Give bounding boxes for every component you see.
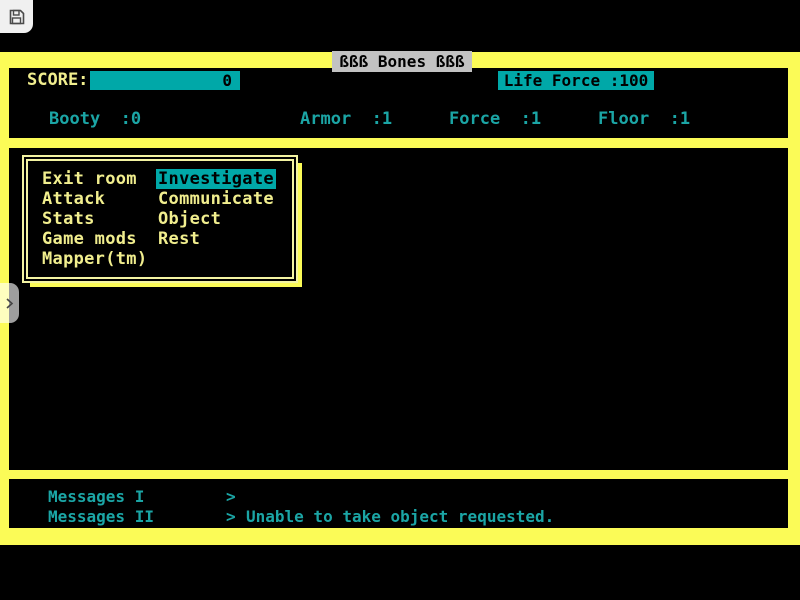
message-2-label: Messages II <box>48 507 226 527</box>
command-menu-inner: Exit room Attack Stats Game mods Mapper(… <box>26 159 294 279</box>
score-bar: 0 <box>90 71 240 90</box>
game-title: ßßß Bones ßßß <box>332 51 472 72</box>
chevron-right-icon <box>5 297 14 310</box>
menu-item-exit-room[interactable]: Exit room <box>42 169 137 189</box>
hud-panel: SCORE: 0 Life Force :100 Booty :0 Armor … <box>9 68 788 138</box>
menu-item-investigate[interactable]: Investigate <box>156 169 276 189</box>
score-label: SCORE: <box>27 71 88 90</box>
menu-column-1: Exit room Attack Stats Game mods Mapper(… <box>42 169 158 269</box>
messages-panel: Messages I > Messages II > Unable to tak… <box>9 479 788 528</box>
menu-item-attack[interactable]: Attack <box>42 189 105 209</box>
screen: { "app": { "title": "ßßß Bones ßßß" }, "… <box>0 0 800 600</box>
menu-column-2: Investigate Communicate Object Rest <box>158 169 280 269</box>
message-1-prompt: > <box>226 487 246 507</box>
sidebar-toggle-tab[interactable] <box>0 283 19 323</box>
floppy-disk-icon <box>8 8 26 26</box>
menu-item-game-mods[interactable]: Game mods <box>42 229 137 249</box>
menu-item-stats[interactable]: Stats <box>42 209 95 229</box>
life-force-bar: Life Force :100 <box>498 71 654 90</box>
stat-force: Force :1 <box>449 109 541 129</box>
message-2-text: Unable to take object requested. <box>246 507 554 527</box>
stat-armor: Armor :1 <box>300 109 392 129</box>
main-panel: Exit room Attack Stats Game mods Mapper(… <box>9 148 788 470</box>
message-1-label: Messages I <box>48 487 226 507</box>
stat-booty: Booty :0 <box>49 109 141 129</box>
message-2-prompt: > <box>226 507 246 527</box>
message-row-2: Messages II > Unable to take object requ… <box>48 507 800 527</box>
menu-item-mapper[interactable]: Mapper(tm) <box>42 249 147 269</box>
save-button[interactable] <box>0 0 33 33</box>
menu-item-rest[interactable]: Rest <box>158 229 200 249</box>
message-row-1: Messages I > <box>48 487 800 507</box>
command-menu: Exit room Attack Stats Game mods Mapper(… <box>22 155 298 283</box>
stat-floor: Floor :1 <box>598 109 690 129</box>
menu-item-communicate[interactable]: Communicate <box>158 189 274 209</box>
menu-item-object[interactable]: Object <box>158 209 221 229</box>
